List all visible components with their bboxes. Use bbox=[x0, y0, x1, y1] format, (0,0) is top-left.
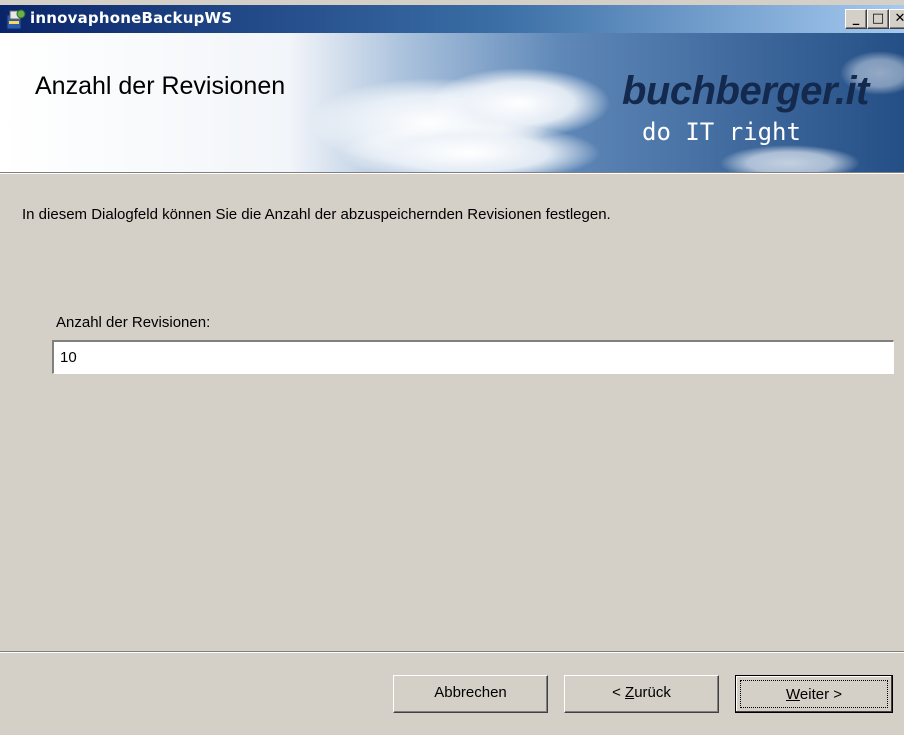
header-divider-highlight bbox=[0, 173, 904, 174]
next-button[interactable]: Weiter > bbox=[735, 675, 893, 713]
installer-window: innovaphoneBackupWS _ □ ✕ Anzahl der Rev… bbox=[0, 0, 904, 735]
installer-icon bbox=[4, 7, 28, 31]
close-button[interactable]: ✕ bbox=[889, 9, 904, 29]
revisions-label: Anzahl der Revisionen: bbox=[56, 314, 211, 331]
footer-divider-highlight bbox=[0, 652, 904, 653]
window-title: innovaphoneBackupWS bbox=[30, 9, 233, 27]
brand-tagline: do IT right bbox=[642, 118, 801, 146]
back-button-mnemonic: Z bbox=[625, 684, 635, 701]
maximize-button[interactable]: □ bbox=[867, 9, 889, 29]
cancel-button-label: Abbrechen bbox=[434, 684, 507, 701]
revisions-input[interactable] bbox=[52, 340, 894, 374]
next-button-focus-ring: Weiter > bbox=[740, 680, 888, 708]
header-banner: Anzahl der Revisionen buchberger.it do I… bbox=[0, 33, 904, 172]
page-title: Anzahl der Revisionen bbox=[35, 72, 286, 100]
title-bar[interactable]: innovaphoneBackupWS _ □ ✕ bbox=[0, 5, 904, 33]
back-button-label: urück bbox=[634, 684, 671, 701]
back-button-prefix: < bbox=[612, 684, 626, 701]
brand-logo: buchberger.it bbox=[622, 69, 869, 113]
cancel-button[interactable]: Abbrechen bbox=[393, 675, 548, 713]
next-button-label: eiter > bbox=[799, 686, 842, 703]
minimize-button[interactable]: _ bbox=[845, 9, 867, 29]
next-button-mnemonic: W bbox=[786, 686, 800, 703]
back-button[interactable]: < Zurück bbox=[564, 675, 719, 713]
intro-text: In diesem Dialogfeld können Sie die Anza… bbox=[22, 206, 611, 223]
